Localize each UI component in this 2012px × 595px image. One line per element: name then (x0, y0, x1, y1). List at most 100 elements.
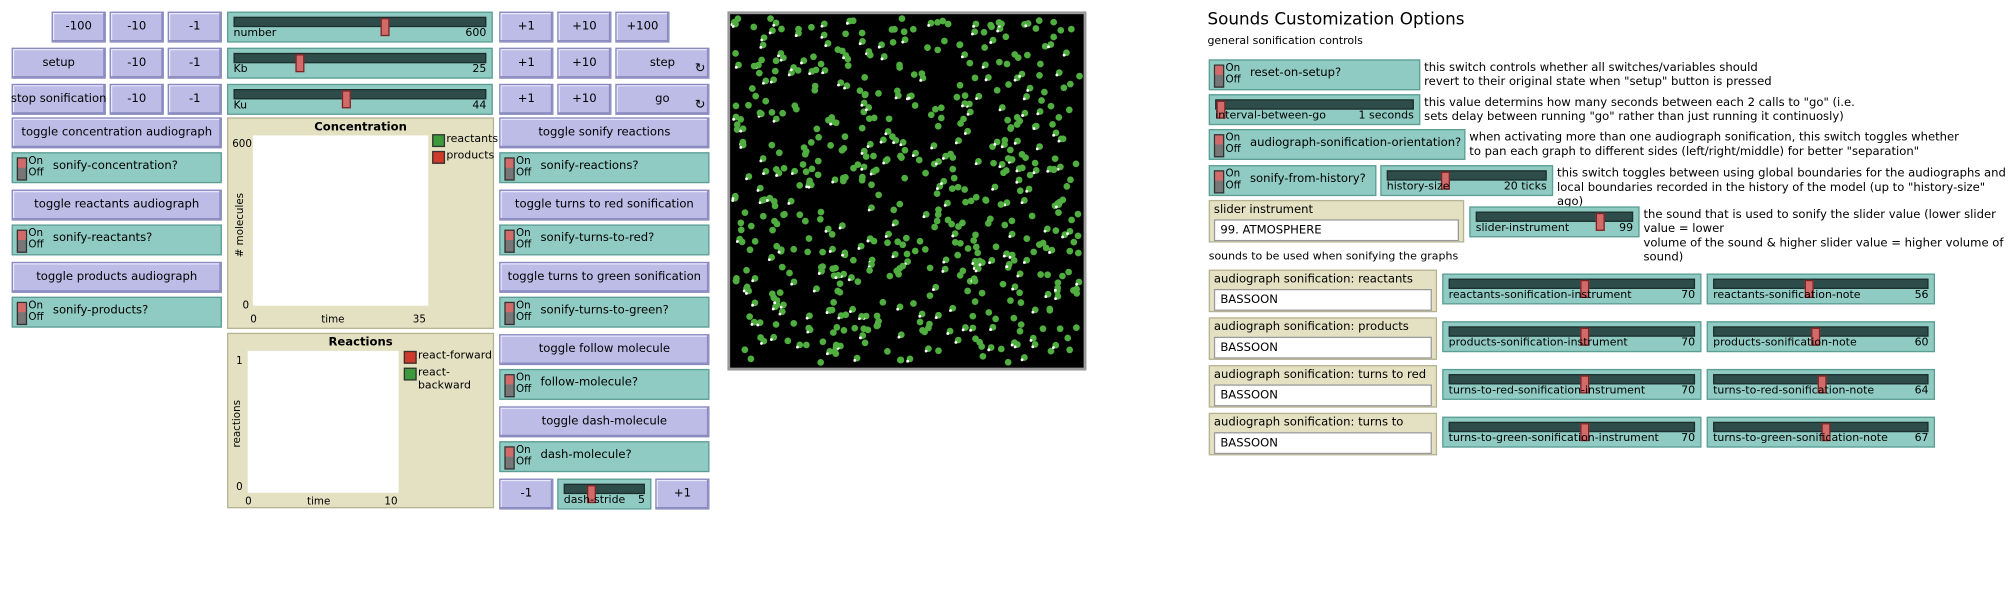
molecule-atom (834, 276, 838, 280)
molecule (931, 223, 938, 231)
number-plus-1-button[interactable]: +1 (499, 11, 554, 43)
number-plus-10-button[interactable]: +10 (557, 11, 612, 43)
ku-plus-1-button[interactable]: +1 (499, 83, 554, 115)
slider-thumb[interactable] (341, 90, 351, 109)
molecule (1072, 160, 1080, 168)
stop-sonification-button[interactable]: stop sonification (11, 83, 106, 115)
switch-knob (1213, 64, 1225, 88)
slider-thumb[interactable] (1595, 212, 1605, 231)
reactants-note-slider[interactable]: reactants-sonification-note 56 (1706, 273, 1935, 305)
turns-to-green-sonification-chooser[interactable]: audiograph sonification: turns to green … (1208, 412, 1438, 456)
reactants-sonification-chooser[interactable]: audiograph sonification: reactants BASSO… (1208, 269, 1438, 313)
sonify-products-switch[interactable]: On Off sonify-products? (11, 296, 222, 328)
molecule (918, 70, 926, 78)
molecule (1070, 287, 1077, 294)
number-slider[interactable]: number 600 (227, 11, 493, 43)
molecule (901, 146, 909, 154)
sonify-reactions-switch[interactable]: On Off sonify-reactions? (499, 152, 710, 184)
molecule-atom (739, 129, 743, 133)
dash-stride-slider[interactable]: dash-stride 5 (557, 478, 652, 510)
dash-stride-minus-1-button[interactable]: -1 (499, 478, 554, 510)
chooser-value[interactable]: BASSOON (1213, 288, 1432, 311)
molecule (950, 174, 958, 182)
molecule (997, 345, 1005, 353)
products-note-slider[interactable]: products-sonification-note 60 (1706, 321, 1935, 353)
molecule-atom (732, 117, 736, 121)
turns-to-green-instrument-slider[interactable]: turns-to-green-sonification-instrument 7… (1442, 416, 1702, 448)
interval-between-go-slider[interactable]: interval-between-go 1 seconds (1208, 94, 1421, 126)
molecule (819, 248, 826, 256)
molecule (978, 343, 986, 350)
turns-to-red-note-slider[interactable]: turns-to-red-sonification-note 64 (1706, 368, 1935, 400)
audiograph-orientation-switch[interactable]: On Off audiograph-sonification-orientati… (1208, 129, 1466, 160)
slider-thumb[interactable] (380, 18, 390, 37)
toggle-follow-molecule-button[interactable]: toggle follow molecule (499, 334, 710, 366)
molecule (985, 309, 993, 316)
molecule (896, 64, 903, 71)
number-minus-100-button[interactable]: -100 (51, 11, 106, 43)
slider-instrument-slider[interactable]: slider-instrument 99 (1469, 206, 1640, 238)
sonify-concentration-switch[interactable]: On Off sonify-concentration? (11, 152, 222, 184)
chooser-value[interactable]: BASSOON (1213, 432, 1432, 455)
chooser-value[interactable]: 99. ATMOSPHERE (1213, 219, 1459, 242)
toggle-products-audiograph-button[interactable]: toggle products audiograph (11, 261, 222, 293)
number-plus-100-button[interactable]: +100 (615, 11, 670, 43)
ku-minus-1-button[interactable]: -1 (167, 83, 222, 115)
switch-on-label: On (516, 371, 531, 384)
sonify-reactants-switch[interactable]: On Off sonify-reactants? (11, 224, 222, 256)
turns-to-green-note-slider[interactable]: turns-to-green-sonification-note 67 (1706, 416, 1935, 448)
molecule-atom (942, 260, 946, 264)
turns-to-red-sonification-chooser[interactable]: audiograph sonification: turns to red BA… (1208, 365, 1438, 408)
chooser-value[interactable]: BASSOON (1213, 336, 1432, 359)
molecule-atom (934, 162, 938, 166)
kb-minus-10-button[interactable]: -10 (109, 47, 164, 79)
molecule (970, 237, 978, 244)
number-minus-10-button[interactable]: -10 (109, 11, 164, 43)
molecule (911, 247, 919, 255)
dash-stride-plus-1-button[interactable]: +1 (655, 478, 710, 510)
slider-value: 99 (1619, 221, 1634, 235)
go-button[interactable]: go ↻ (615, 83, 710, 115)
ku-plus-10-button[interactable]: +10 (557, 83, 612, 115)
number-minus-1-button[interactable]: -1 (167, 11, 222, 43)
reactants-instrument-slider[interactable]: reactants-sonification-instrument 70 (1442, 273, 1702, 305)
kb-plus-10-button[interactable]: +10 (557, 47, 612, 79)
slider-thumb[interactable] (295, 54, 305, 73)
switch-knob (504, 157, 515, 181)
kb-slider[interactable]: Kb 25 (227, 47, 493, 79)
products-sonification-chooser[interactable]: audiograph sonification: products BASSOO… (1208, 317, 1438, 360)
history-size-slider[interactable]: history-size 20 ticks (1380, 165, 1554, 197)
molecule (799, 161, 807, 168)
sonify-from-history-switch[interactable]: On Off sonify-from-history? (1208, 165, 1377, 197)
toggle-concentration-audiograph-button[interactable]: toggle concentration audiograph (11, 117, 222, 149)
setup-button[interactable]: setup (11, 47, 106, 79)
toggle-turns-to-green-button[interactable]: toggle turns to green sonification (499, 261, 710, 293)
kb-plus-1-button[interactable]: +1 (499, 47, 554, 79)
toggle-turns-to-red-button[interactable]: toggle turns to red sonification (499, 189, 710, 221)
molecule-atom (800, 61, 803, 65)
kb-minus-1-button[interactable]: -1 (167, 47, 222, 79)
molecule (924, 44, 931, 51)
products-instrument-slider[interactable]: products-sonification-instrument 70 (1442, 321, 1702, 353)
toggle-reactants-audiograph-button[interactable]: toggle reactants audiograph (11, 189, 222, 221)
dash-molecule-switch[interactable]: On Off dash-molecule? (499, 441, 710, 473)
molecule (979, 352, 987, 360)
molecule (842, 30, 849, 38)
reset-on-setup-switch[interactable]: On Off reset-on-setup? (1208, 59, 1421, 91)
molecule-atom (735, 240, 739, 243)
molecule-atom (812, 289, 816, 293)
sonify-turns-to-red-switch[interactable]: On Off sonify-turns-to-red? (499, 224, 710, 256)
chooser-value[interactable]: BASSOON (1213, 384, 1432, 407)
molecule (868, 181, 875, 189)
slider-instrument-chooser[interactable]: slider instrument 99. ATMOSPHERE (1208, 199, 1465, 243)
turns-to-red-instrument-slider[interactable]: turns-to-red-sonification-instrument 70 (1442, 368, 1702, 400)
step-button[interactable]: step ↻ (615, 47, 710, 79)
switch-on-label: On (1225, 131, 1241, 144)
world-view[interactable] (727, 11, 1087, 371)
sonify-turns-to-green-switch[interactable]: On Off sonify-turns-to-green? (499, 296, 710, 328)
follow-molecule-switch[interactable]: On Off follow-molecule? (499, 368, 710, 400)
toggle-sonify-reactions-button[interactable]: toggle sonify reactions (499, 117, 710, 149)
ku-minus-10-button[interactable]: -10 (109, 83, 164, 115)
ku-slider[interactable]: Ku 44 (227, 83, 493, 115)
toggle-dash-molecule-button[interactable]: toggle dash-molecule (499, 406, 710, 438)
